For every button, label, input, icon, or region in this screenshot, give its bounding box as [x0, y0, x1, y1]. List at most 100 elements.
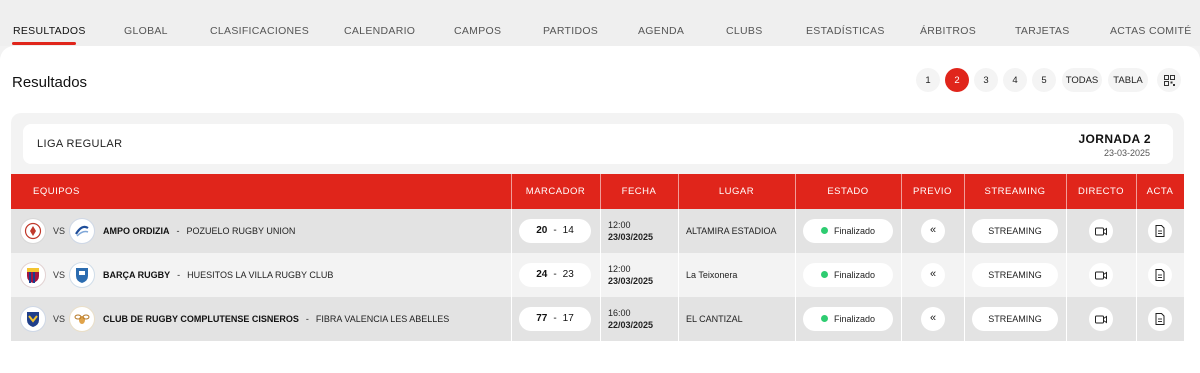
- double-chevron-left-icon: «: [929, 312, 937, 324]
- page-1-button[interactable]: 1: [916, 68, 940, 92]
- page-2-button[interactable]: 2: [945, 68, 969, 92]
- tab-clubs[interactable]: CLUBS: [726, 25, 763, 37]
- column-divider: [1066, 297, 1067, 341]
- tab-agenda[interactable]: AGENDA: [638, 25, 684, 37]
- away-team-logo: [69, 262, 95, 288]
- column-divider: [795, 174, 796, 209]
- header-acta: ACTA: [1146, 186, 1174, 197]
- table-row[interactable]: VS BARÇA RUGBY - HUESITOS LA VILLA RUGBY C…: [11, 253, 1184, 297]
- match-teams: AMPO ORDIZIA - POZUELO RUGBY UNION: [103, 226, 295, 236]
- acta-button[interactable]: [1148, 219, 1172, 243]
- column-divider: [678, 174, 679, 209]
- match-venue: La Teixonera: [686, 270, 738, 280]
- away-team-name[interactable]: POZUELO RUGBY UNION: [187, 226, 296, 236]
- home-team-name[interactable]: BARÇA RUGBY: [103, 270, 170, 280]
- column-divider: [678, 209, 679, 253]
- streaming-button[interactable]: STREAMING: [972, 263, 1058, 287]
- column-divider: [901, 253, 902, 297]
- header-marcador: MARCADOR: [525, 186, 586, 197]
- tab-actas-comite[interactable]: ACTAS COMITÉ: [1110, 25, 1192, 37]
- home-team-name[interactable]: AMPO ORDIZIA: [103, 226, 170, 236]
- column-divider: [511, 174, 512, 209]
- document-icon: [1155, 313, 1165, 325]
- league-name: LIGA REGULAR: [37, 138, 123, 150]
- column-divider: [964, 174, 965, 209]
- tab-campos[interactable]: CAMPOS: [454, 25, 501, 37]
- directo-button[interactable]: [1089, 263, 1113, 287]
- tab-tarjetas[interactable]: TARJETAS: [1015, 25, 1070, 37]
- team-separator: -: [305, 314, 309, 324]
- away-team-name[interactable]: HUESITOS LA VILLA RUGBY CLUB: [187, 270, 333, 280]
- header-equipos: EQUIPOS: [33, 186, 80, 197]
- score-separator: -: [553, 225, 557, 236]
- vs-label: VS: [53, 226, 66, 236]
- table-row[interactable]: VS AMPO ORDIZIA - POZUELO RUGBY UNION 20-1…: [11, 209, 1184, 253]
- tabla-button[interactable]: TABLA: [1108, 68, 1148, 92]
- status-text: Finalizado: [833, 314, 876, 324]
- jornada-label: JORNADA 2: [1078, 132, 1151, 146]
- match-venue: ALTAMIRA ESTADIOA: [686, 226, 777, 236]
- column-divider: [1136, 174, 1137, 209]
- jornada-date: 23-03-2025: [1103, 148, 1150, 158]
- directo-button[interactable]: [1089, 219, 1113, 243]
- column-divider: [901, 174, 902, 209]
- column-divider: [1066, 253, 1067, 297]
- tab-arbitros[interactable]: ÁRBITROS: [920, 25, 976, 37]
- column-divider: [600, 297, 601, 341]
- status-text: Finalizado: [833, 270, 876, 280]
- tab-clasificaciones[interactable]: CLASIFICACIONES: [210, 25, 309, 37]
- away-team-name[interactable]: FIBRA VALENCIA LES ABELLES: [316, 314, 449, 324]
- previo-button[interactable]: «: [921, 219, 945, 243]
- header-fecha: FECHA: [621, 186, 657, 197]
- double-chevron-left-icon: «: [929, 268, 937, 280]
- previo-button[interactable]: «: [921, 263, 945, 287]
- header-estado: ESTADO: [827, 186, 869, 197]
- todas-button[interactable]: TODAS: [1062, 68, 1102, 92]
- column-divider: [511, 209, 512, 253]
- header-directo: DIRECTO: [1077, 186, 1125, 197]
- home-team-name[interactable]: CLUB DE RUGBY COMPLUTENSE CISNEROS: [103, 314, 299, 324]
- page-4-button[interactable]: 4: [1003, 68, 1027, 92]
- document-icon: [1155, 225, 1165, 237]
- column-divider: [964, 209, 965, 253]
- acta-button[interactable]: [1148, 307, 1172, 331]
- qr-code-icon[interactable]: [1157, 68, 1181, 92]
- top-navigation: RESULTADOS GLOBAL CLASIFICACIONES CALEND…: [0, 0, 1200, 46]
- away-team-logo: [69, 218, 95, 244]
- previo-button[interactable]: «: [921, 307, 945, 331]
- vs-label: VS: [53, 314, 66, 324]
- streaming-button[interactable]: STREAMING: [972, 219, 1058, 243]
- streaming-button[interactable]: STREAMING: [972, 307, 1058, 331]
- status-dot-icon: [820, 227, 828, 234]
- column-divider: [600, 174, 601, 209]
- page-3-button[interactable]: 3: [974, 68, 998, 92]
- home-team-logo: [20, 306, 46, 332]
- acta-button[interactable]: [1148, 263, 1172, 287]
- table-header: EQUIPOS MARCADOR FECHA LUGAR ESTADO PREV…: [11, 174, 1184, 209]
- column-divider: [1136, 253, 1137, 297]
- status-badge: Finalizado: [803, 219, 893, 243]
- column-divider: [678, 253, 679, 297]
- column-divider: [678, 297, 679, 341]
- match-date: 22/03/2025: [608, 320, 654, 330]
- score-box: 77-17: [519, 307, 591, 331]
- tab-global[interactable]: GLOBAL: [124, 25, 168, 37]
- directo-button[interactable]: [1089, 307, 1113, 331]
- status-badge: Finalizado: [803, 307, 893, 331]
- tab-calendario[interactable]: CALENDARIO: [344, 25, 415, 37]
- column-divider: [1136, 209, 1137, 253]
- table-row[interactable]: VS CLUB DE RUGBY COMPLUTENSE CISNEROS - FI…: [11, 297, 1184, 341]
- home-team-logo: [20, 218, 46, 244]
- column-divider: [795, 253, 796, 297]
- tab-estadisticas[interactable]: ESTADÍSTICAS: [806, 25, 885, 37]
- video-camera-icon: [1095, 271, 1107, 279]
- tab-resultados[interactable]: RESULTADOS: [13, 25, 86, 37]
- page-5-button[interactable]: 5: [1032, 68, 1056, 92]
- team-separator: -: [177, 270, 181, 280]
- status-dot-icon: [820, 315, 828, 322]
- match-time: 12:00: [608, 264, 631, 274]
- tab-partidos[interactable]: PARTIDOS: [543, 25, 598, 37]
- column-divider: [600, 209, 601, 253]
- column-divider: [901, 297, 902, 341]
- match-teams: BARÇA RUGBY - HUESITOS LA VILLA RUGBY CLUB: [103, 270, 333, 280]
